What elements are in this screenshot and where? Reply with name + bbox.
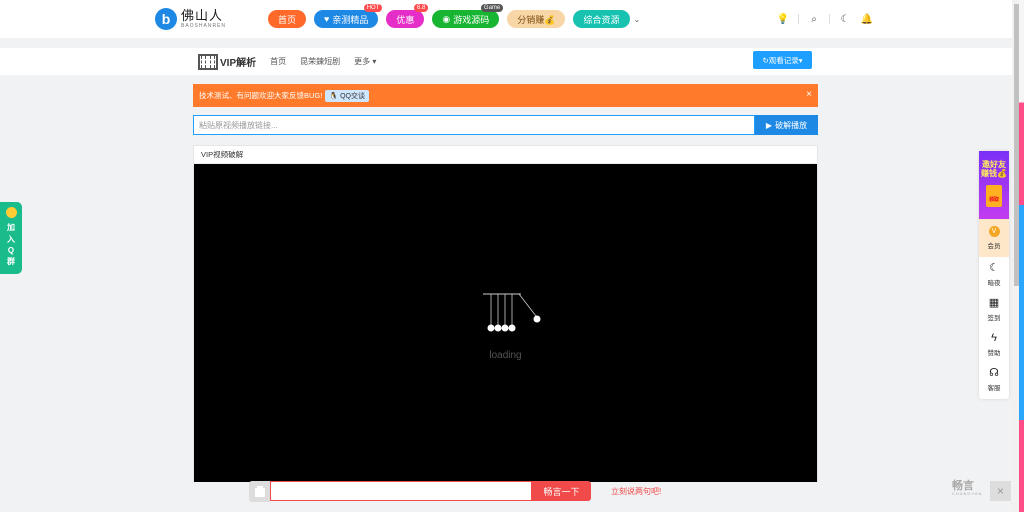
nav-game-source[interactable]: ◉ 游戏源码 Game: [432, 4, 504, 28]
subnav-home[interactable]: 首页: [270, 56, 286, 67]
play-circle-icon: ▶: [765, 120, 773, 130]
logo-subtext: BAOSHANREN: [181, 22, 227, 29]
moon-icon: ☾: [989, 261, 999, 274]
dark-mode-button[interactable]: ☾ 暗夜: [979, 257, 1009, 292]
search-icon[interactable]: ⌕: [806, 11, 822, 27]
qq-chat-button[interactable]: 🐧 QQ交谈: [325, 89, 369, 102]
avatar: [249, 481, 270, 502]
bulb-icon[interactable]: 💡: [775, 11, 791, 27]
nav-featured[interactable]: ♥ 亲测精品 HOT: [314, 4, 383, 28]
close-icon[interactable]: ×: [806, 89, 812, 100]
hot-badge: HOT: [363, 4, 383, 12]
parse-form: ▶ 破解播放: [193, 115, 818, 135]
top-header: b 佛山人 BAOSHANREN 首页 ♥ 亲测精品 HOT 优惠 6.8 ◉ …: [0, 0, 1012, 38]
calendar-icon: ▦: [988, 296, 1000, 309]
subnav-shortdrama[interactable]: 昆荣鍊短剧: [300, 56, 340, 67]
divider: [798, 14, 799, 24]
caret-down-icon: ▾: [798, 55, 803, 65]
divider: [829, 14, 830, 24]
user-avatar-icon: [254, 485, 265, 497]
moon-icon[interactable]: ☾: [837, 11, 853, 27]
game-badge: Game: [480, 4, 504, 12]
subnav-more[interactable]: 更多 ▾: [354, 56, 376, 67]
vip-icon: V: [988, 226, 1000, 237]
watch-history-button[interactable]: ↻ 观看记录 ▾: [753, 51, 812, 69]
smiley-icon: [5, 207, 17, 218]
loading-spinner-icon: [483, 293, 541, 332]
player-title: VIP视频破解: [194, 146, 817, 164]
edge-decoration: [1019, 0, 1024, 512]
lightning-icon: ϟ: [991, 331, 997, 344]
site-logo[interactable]: b 佛山人 BAOSHANREN: [155, 8, 226, 30]
headset-icon: ☊: [989, 366, 999, 379]
video-url-input[interactable]: [193, 115, 755, 135]
chevron-down-icon[interactable]: ⌄: [634, 15, 641, 24]
sub-navbar: VIP解析 首页 昆荣鍊短剧 更多 ▾ ↻ 观看记录 ▾: [0, 48, 1012, 75]
nav-affiliate[interactable]: 分销赚💰: [507, 10, 566, 28]
changyan-logo: 畅言 CHANGYAN: [952, 480, 983, 496]
right-float-toolbar: 邀好友 赚钱💰 领取 V 会员 ☾ 暗夜 ▦ 签到 ϟ 赞助 ☊ 客服: [979, 151, 1009, 399]
sponsor-button[interactable]: ϟ 赞助: [979, 327, 1009, 362]
customer-service-button[interactable]: ☊ 客服: [979, 362, 1009, 397]
member-button[interactable]: V 会员: [979, 219, 1009, 257]
join-qq-group-button[interactable]: 加 入 Q 群: [0, 202, 22, 274]
checkin-button[interactable]: ▦ 签到: [979, 292, 1009, 327]
main-nav: 首页 ♥ 亲测精品 HOT 优惠 6.8 ◉ 游戏源码 Game 分销赚💰 综合…: [268, 4, 641, 28]
nav-resources[interactable]: 综合资源: [573, 10, 630, 28]
notice-text: 技术测试、有问题欢迎大家反馈BUG!: [199, 91, 323, 100]
discount-badge: 6.8: [414, 4, 429, 12]
loading-text: loading: [489, 350, 522, 361]
player-card: VIP视频破解 loading: [193, 145, 818, 482]
comment-hint[interactable]: 立刻说两句吧!: [611, 486, 661, 497]
comment-input[interactable]: [270, 481, 532, 501]
invite-friends-banner[interactable]: 邀好友 赚钱💰 领取: [979, 151, 1009, 219]
heart-icon: ♥: [324, 14, 330, 24]
nav-home[interactable]: 首页: [268, 10, 307, 28]
parse-play-button[interactable]: ▶ 破解播放: [755, 115, 818, 135]
logo-text: 佛山人: [181, 8, 224, 24]
film-icon: [198, 53, 218, 70]
bell-icon[interactable]: 🔔: [859, 11, 875, 27]
logo-mark-icon: b: [155, 8, 177, 30]
close-icon[interactable]: ×: [990, 481, 1011, 501]
gamepad-icon: ◉: [442, 13, 451, 24]
header-tools: 💡 ⌕ ☾ 🔔: [775, 11, 875, 27]
vip-brand[interactable]: VIP解析: [198, 53, 256, 70]
penguin-icon: 🐧: [329, 92, 339, 100]
submit-comment-button[interactable]: 畅言一下: [532, 481, 591, 501]
video-player[interactable]: loading: [194, 164, 817, 482]
notice-banner: 技术测试、有问题欢迎大家反馈BUG! 🐧 QQ交谈 ×: [193, 84, 818, 107]
caret-down-icon: ▾: [372, 57, 377, 66]
gift-icon: 领取: [986, 184, 1002, 207]
nav-discount[interactable]: 优惠 6.8: [386, 4, 429, 28]
